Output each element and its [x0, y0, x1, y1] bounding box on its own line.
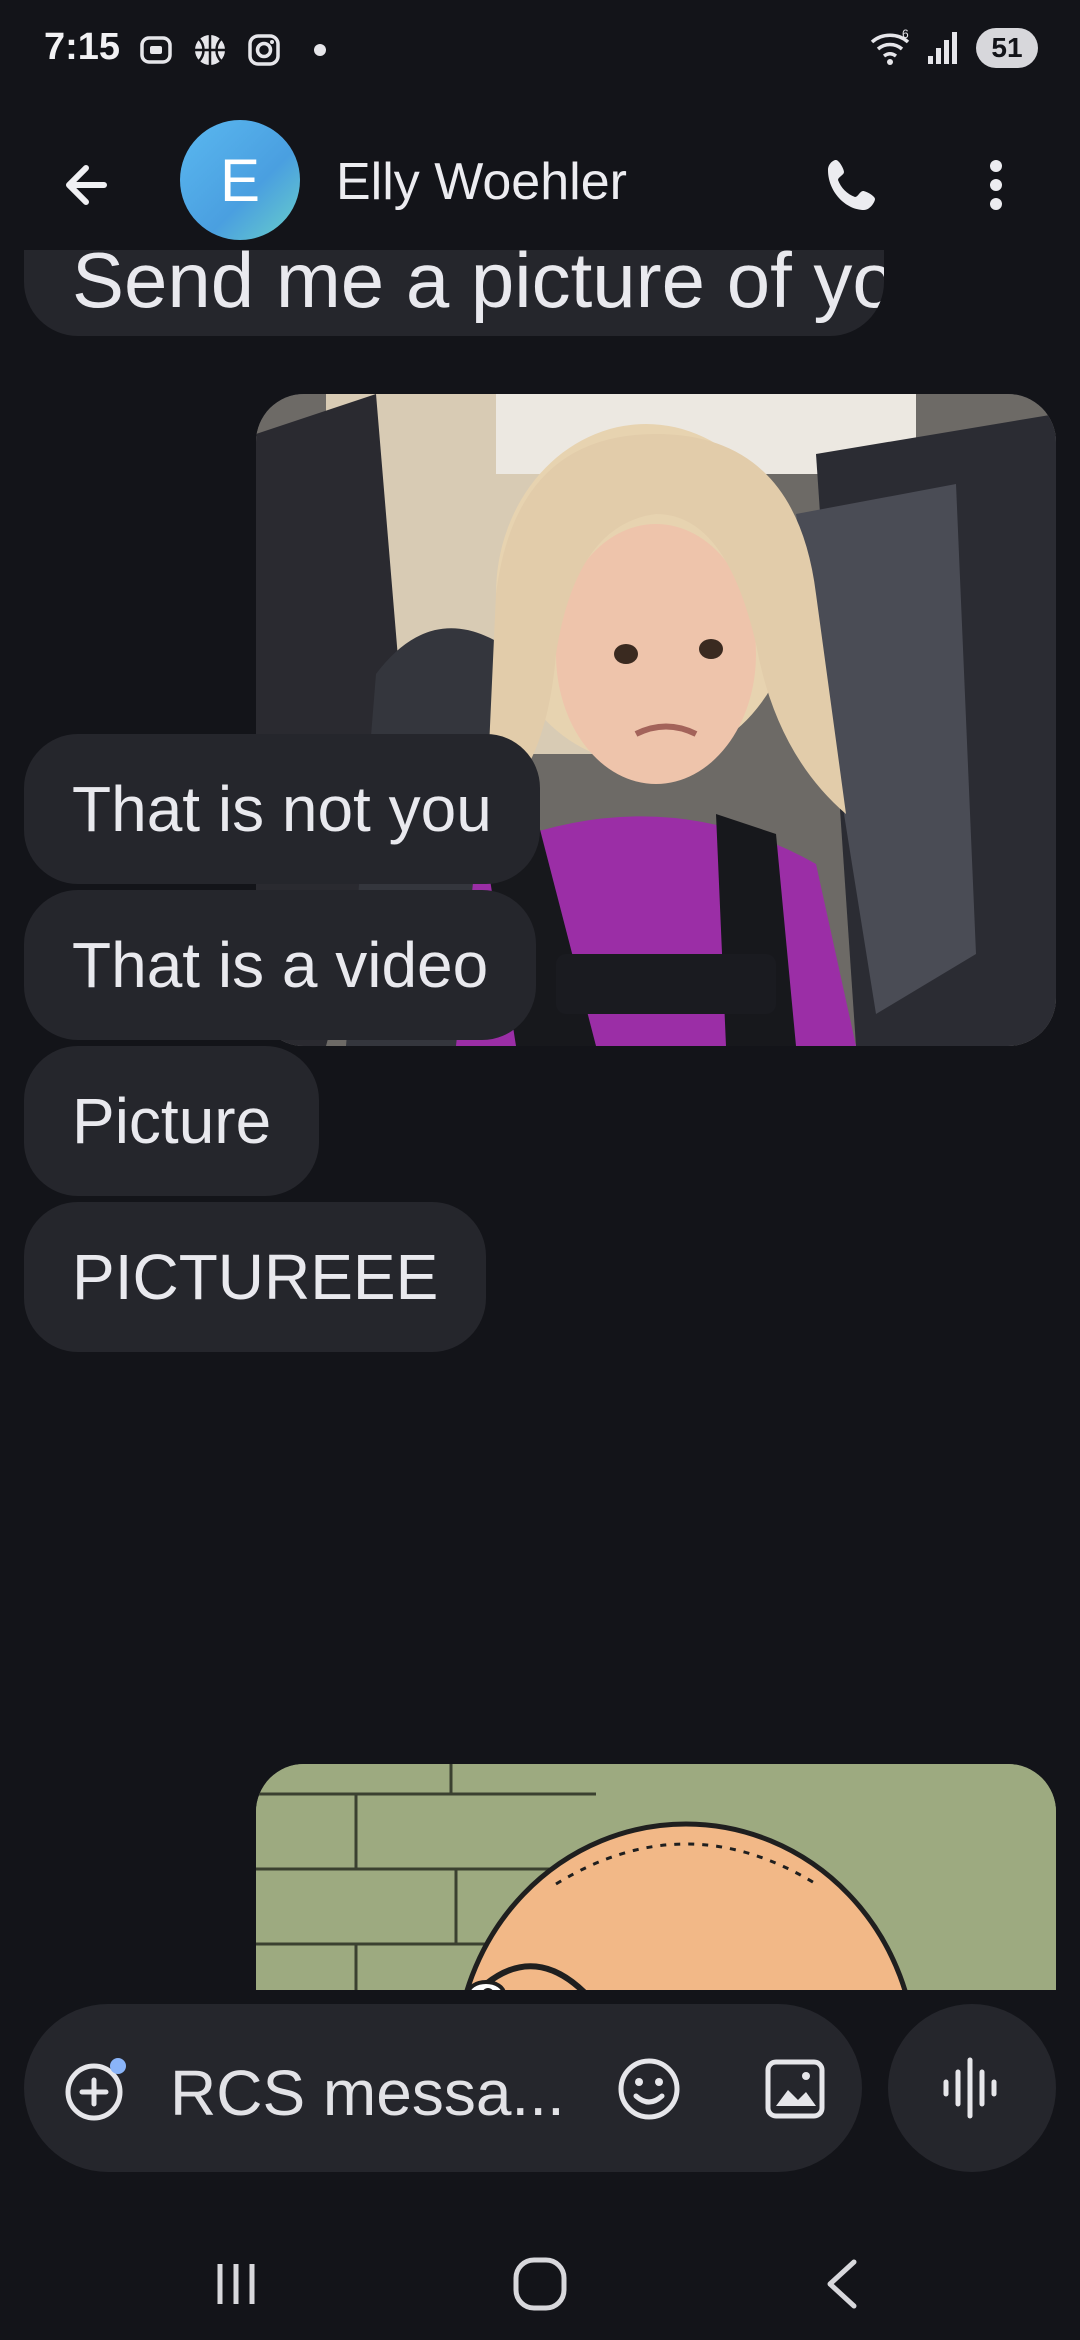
- sent-gif-image[interactable]: [256, 1764, 1056, 1990]
- message-bubble-received[interactable]: Send me a picture of you: [24, 250, 884, 336]
- message-text: That is a video: [72, 929, 489, 1001]
- message-composer: RCS messa...: [24, 2004, 862, 2172]
- voice-waveform-icon: [943, 2057, 997, 2119]
- contact-avatar[interactable]: E: [180, 120, 300, 240]
- message-bubble-received[interactable]: That is not you: [24, 734, 540, 884]
- home-icon[interactable]: [508, 2252, 572, 2316]
- gallery-icon[interactable]: [760, 2054, 830, 2124]
- back-arrow-icon[interactable]: [52, 150, 122, 220]
- conversation-header: E Elly Woehler: [0, 110, 1080, 250]
- phone-call-icon[interactable]: [818, 150, 888, 220]
- notification-icons: [136, 30, 326, 70]
- message-input[interactable]: RCS messa...: [170, 2056, 565, 2130]
- contact-name[interactable]: Elly Woehler: [336, 152, 627, 212]
- add-attachment-icon[interactable]: [60, 2052, 134, 2126]
- system-navigation-bar: [0, 2220, 1080, 2340]
- message-bubble-received[interactable]: Picture: [24, 1046, 320, 1196]
- status-bar: 7:15 6 51: [0, 0, 1080, 100]
- wifi-icon: 6: [870, 28, 910, 65]
- network-label: 6: [902, 28, 909, 41]
- message-text: Picture: [72, 1085, 272, 1157]
- more-options-icon[interactable]: [966, 150, 1026, 220]
- voice-message-button[interactable]: [888, 2004, 1056, 2172]
- recent-apps-icon[interactable]: [204, 2252, 268, 2316]
- message-text: Send me a picture of you: [72, 250, 884, 324]
- signal-icon: [928, 32, 957, 64]
- more-notifications-dot: [314, 44, 326, 56]
- instagram-icon: [248, 34, 280, 66]
- battery-indicator: 51: [976, 28, 1038, 68]
- emoji-icon[interactable]: [614, 2054, 684, 2124]
- message-text: PICTUREEE: [72, 1241, 439, 1313]
- message-text: That is not you: [72, 773, 492, 845]
- message-bubble-received[interactable]: PICTUREEE: [24, 1202, 487, 1352]
- screenshot-icon: [140, 36, 172, 64]
- back-nav-icon[interactable]: [810, 2252, 874, 2316]
- status-time: 7:15: [44, 26, 121, 68]
- message-bubble-received[interactable]: That is a video: [24, 890, 537, 1040]
- basketball-icon: [195, 35, 225, 65]
- message-list[interactable]: Send me a picture of you That is not you…: [0, 250, 1080, 1990]
- gif-cartoon-face: [256, 1764, 1056, 1990]
